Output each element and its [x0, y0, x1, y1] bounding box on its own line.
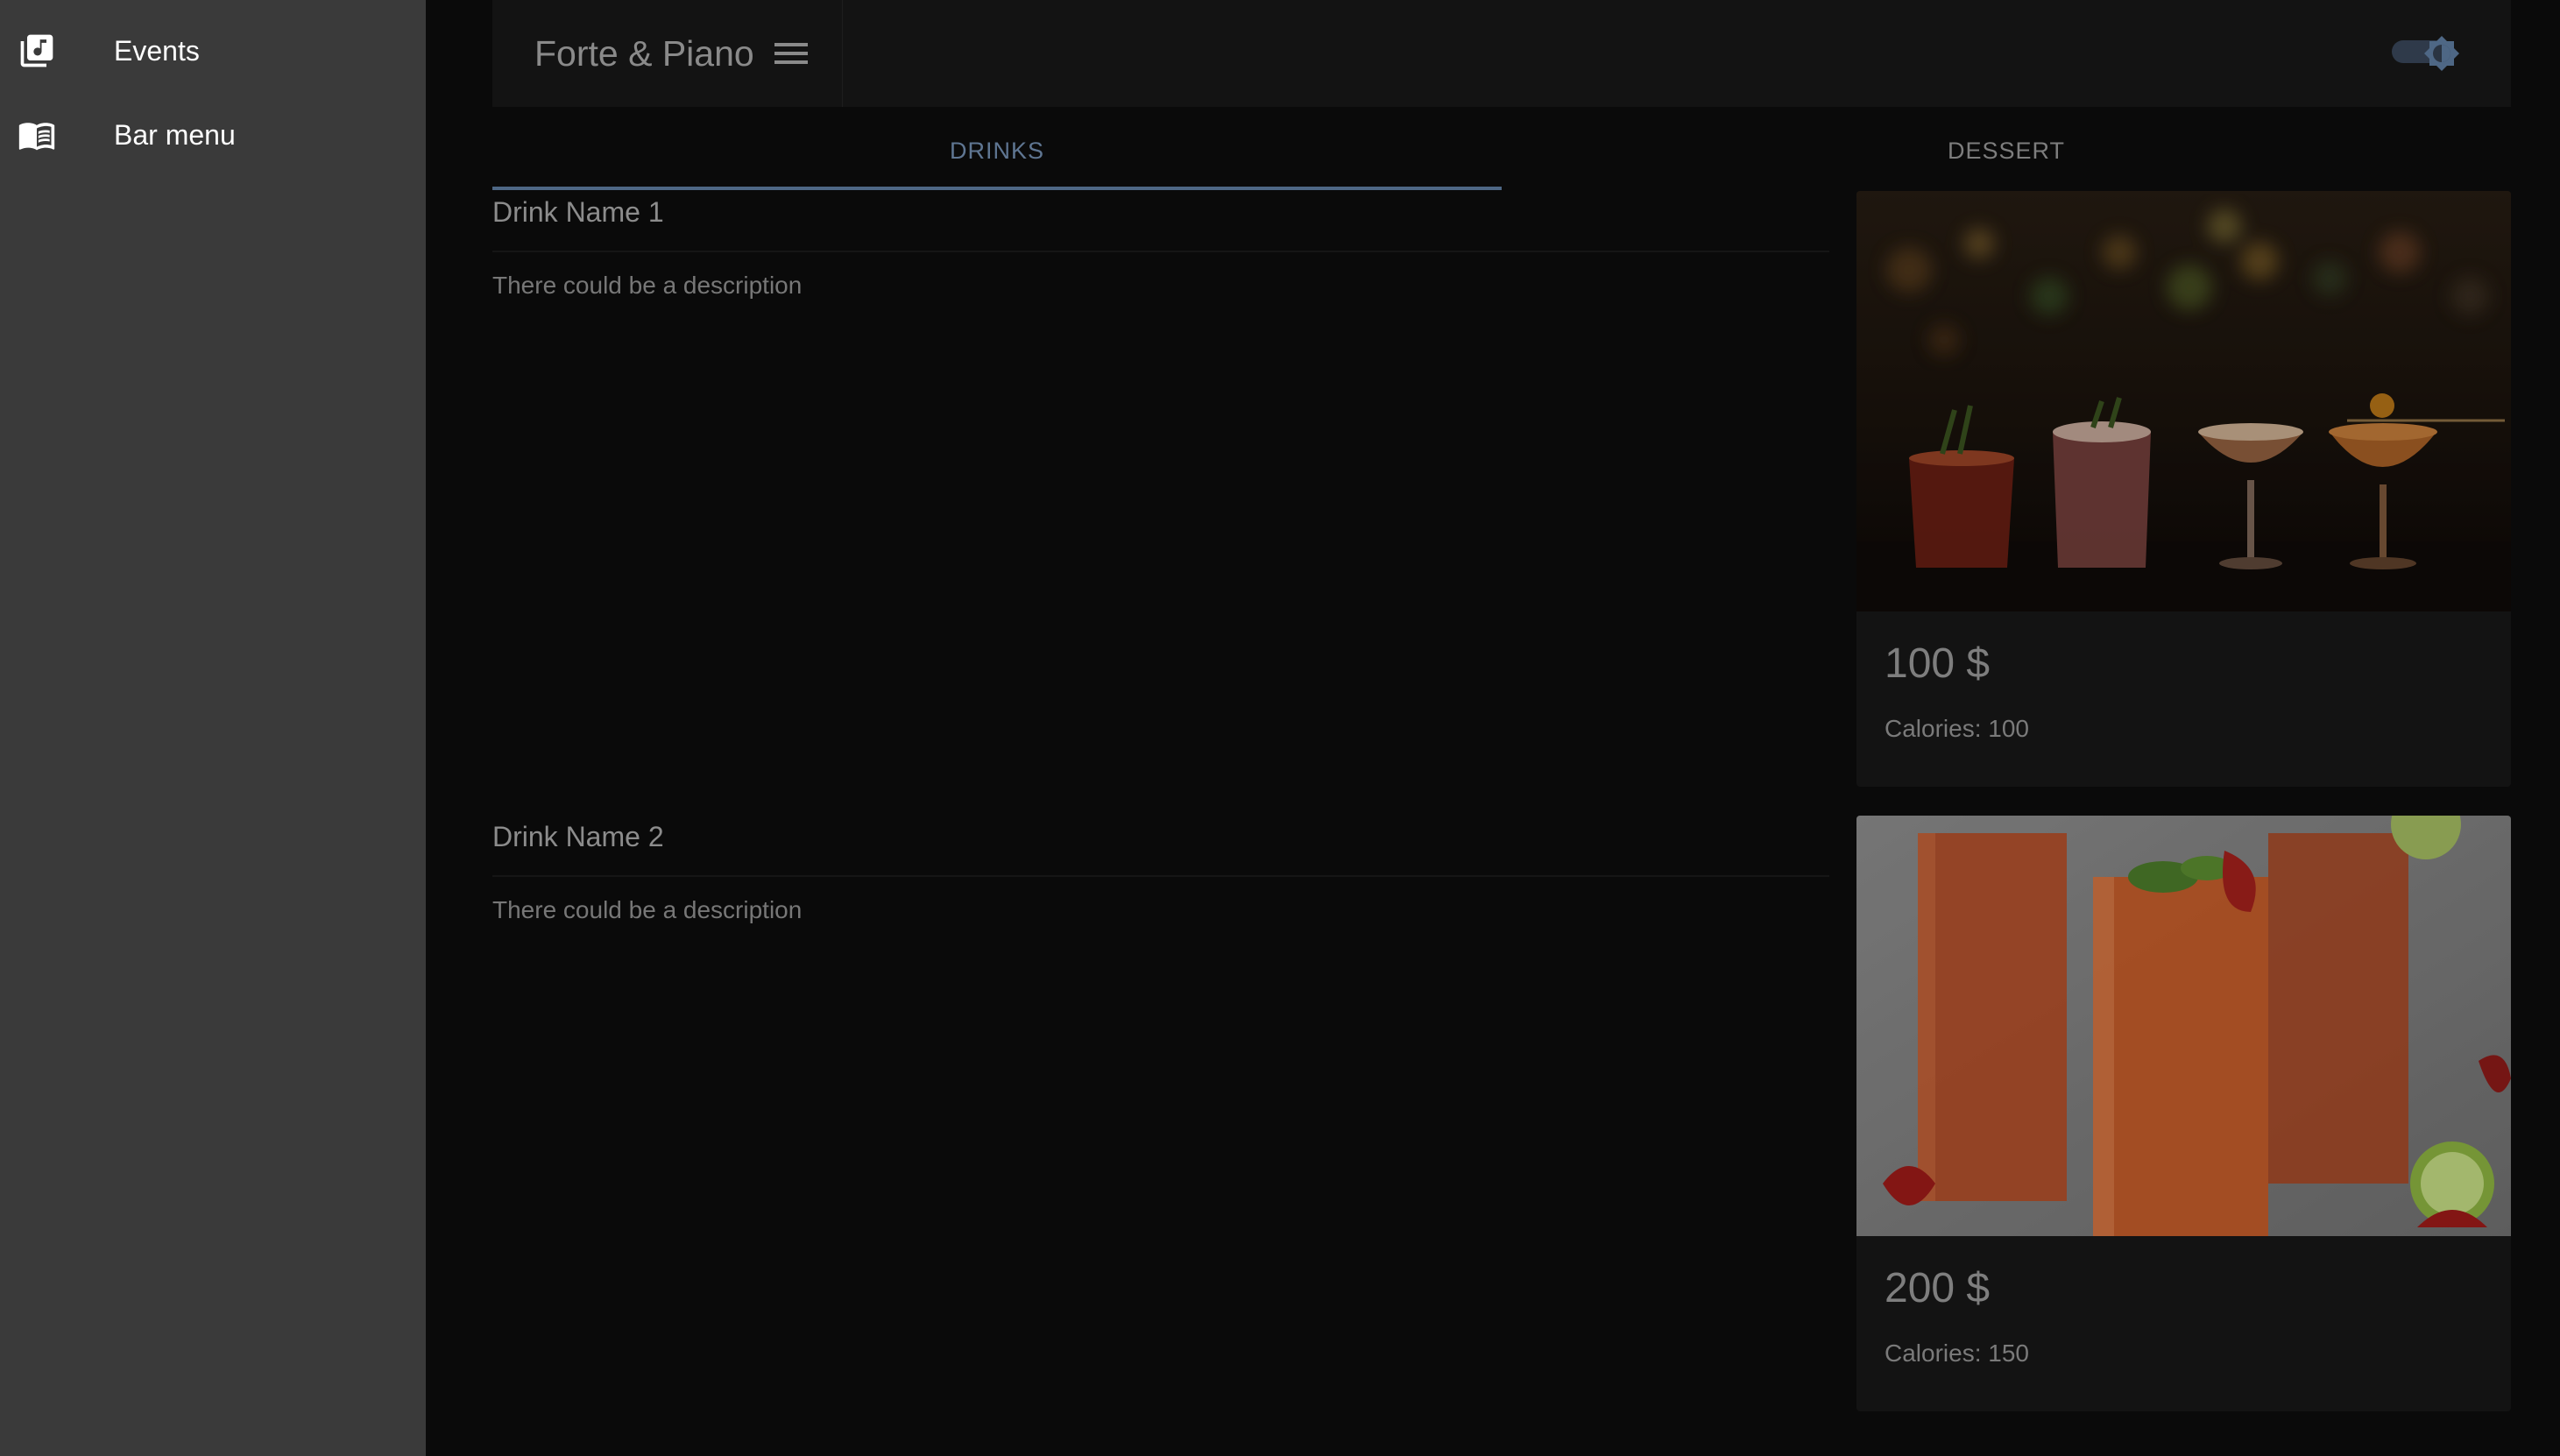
- drink-card[interactable]: 100 $ Calories: 100: [1856, 191, 2511, 787]
- drink-description: There could be a description: [492, 896, 803, 923]
- drink-price: 200 $: [1885, 1265, 1991, 1311]
- menu-book-icon: [18, 116, 56, 154]
- hamburger-menu-icon[interactable]: [773, 36, 810, 71]
- theme-toggle[interactable]: [2388, 32, 2462, 75]
- brand-section: Forte & Piano: [492, 0, 843, 107]
- drink-photo: [1856, 191, 2511, 611]
- drink-card[interactable]: 200 $ Calories: 150: [1856, 816, 2511, 1411]
- drink-name: Drink Name 1: [492, 196, 664, 228]
- brightness-icon: [2424, 36, 2459, 71]
- drink-photo: [1856, 816, 2511, 1236]
- drink-name: Drink Name 2: [492, 821, 664, 852]
- navigation-drawer: Events Bar menu: [0, 0, 426, 1456]
- drink-price: 100 $: [1885, 640, 1991, 687]
- divider: [492, 251, 1829, 252]
- tab-dessert[interactable]: DESSERT: [1502, 110, 2511, 191]
- sidebar-item-events[interactable]: Events: [0, 9, 426, 93]
- drink-description: There could be a description: [492, 272, 803, 299]
- drink-calories: Calories: 100: [1885, 715, 2029, 742]
- tab-drinks[interactable]: DRINKS: [492, 110, 1502, 191]
- music-library-icon: [18, 32, 56, 70]
- sidebar-item-bar-menu[interactable]: Bar menu: [0, 93, 426, 177]
- app-title: Forte & Piano: [534, 32, 754, 74]
- menu-tabs: DRINKS DESSERT: [492, 110, 2511, 191]
- divider: [492, 875, 1829, 877]
- drink-calories: Calories: 150: [1885, 1339, 2029, 1367]
- sidebar-item-label: Bar menu: [114, 118, 236, 151]
- tab-indicator: [492, 187, 1502, 190]
- sidebar-item-label: Events: [114, 34, 200, 67]
- app-bar: Forte & Piano: [492, 0, 2511, 107]
